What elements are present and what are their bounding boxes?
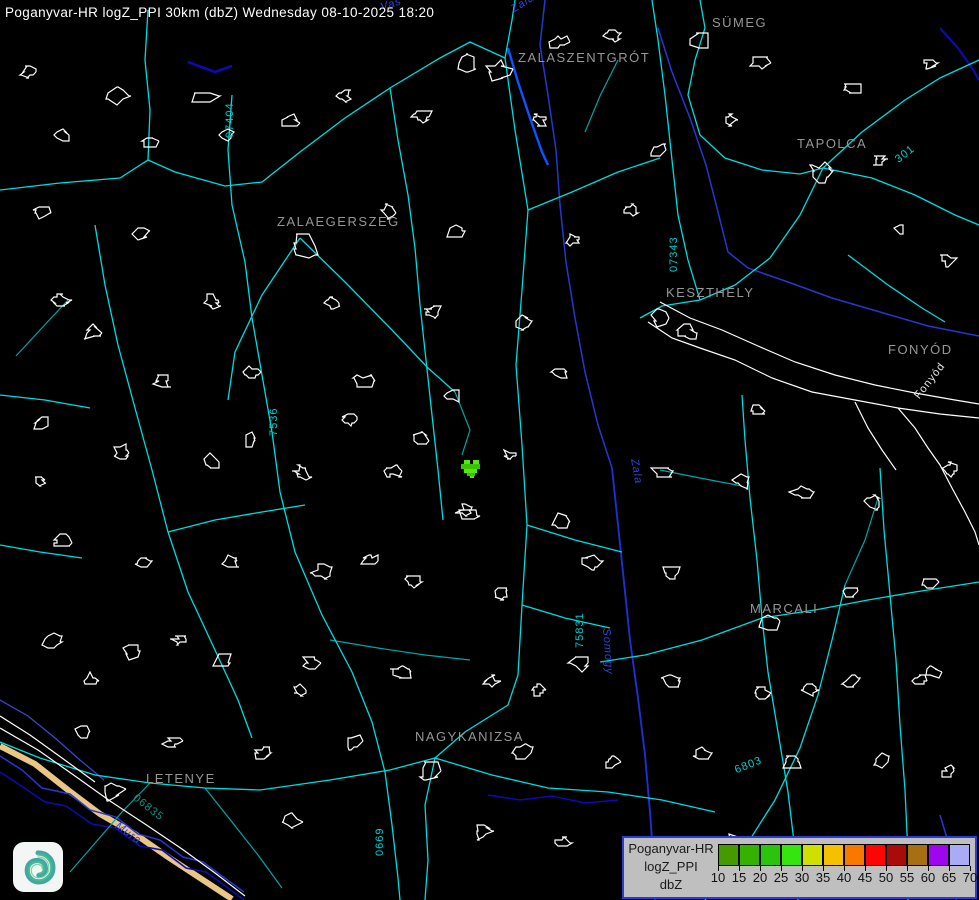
legend-unit: dbZ (624, 876, 718, 894)
legend-caption: Poganyvar-HR logZ_PPI dbZ (624, 840, 718, 894)
legend-color-box (865, 844, 886, 866)
legend-color-box (823, 844, 844, 866)
legend-color-box (907, 844, 928, 866)
spiral-icon (18, 847, 58, 887)
main-roads-layer (0, 0, 979, 900)
settlements-layer (20, 30, 957, 858)
radar-echo (461, 460, 480, 478)
legend-color-box (928, 844, 949, 866)
legend-tick-value: 70 (958, 870, 979, 885)
legend-product-name: logZ_PPI (624, 858, 718, 876)
legend-color-box (739, 844, 760, 866)
legend-color-box (760, 844, 781, 866)
map-title: Poganyvar-HR logZ_PPI 30km (dbZ) Wednesd… (5, 5, 434, 20)
legend-color-box (886, 844, 907, 866)
legend-color-box (781, 844, 802, 866)
legend-radar-name: Poganyvar-HR (624, 840, 718, 858)
met-service-logo (13, 842, 63, 892)
minor-roads-layer (16, 60, 878, 888)
shoreline-layer (0, 302, 979, 896)
legend-color-box (718, 844, 739, 866)
radar-basemap (0, 0, 979, 900)
legend-color-box (949, 844, 970, 866)
radar-map-viewport: SÜMEGZALASZENTGRÓTTAPOLCAZALAEGERSZEGKES… (0, 0, 979, 900)
legend-color-box (802, 844, 823, 866)
legend-panel: Poganyvar-HR logZ_PPI dbZ 10152025303540… (622, 836, 977, 899)
legend-color-box (844, 844, 865, 866)
